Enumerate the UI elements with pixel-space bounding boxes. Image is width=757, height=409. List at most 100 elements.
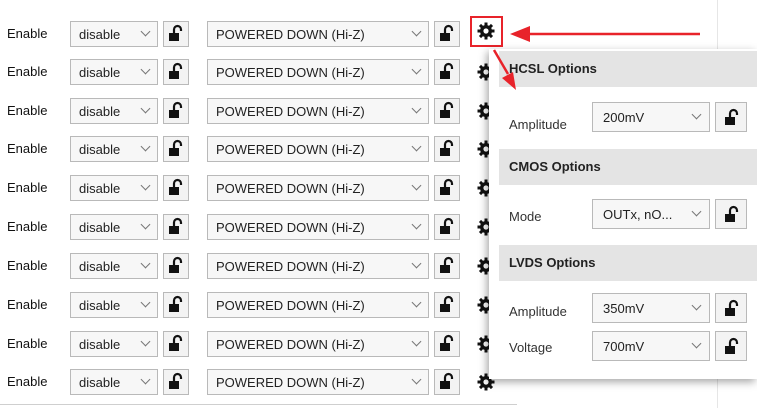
unlocked-padlock-icon (169, 139, 183, 156)
format-select[interactable]: disable (70, 136, 158, 162)
cmos-mode-lock-button[interactable] (715, 199, 747, 229)
format-select-value: disable (79, 298, 121, 313)
output-mode-lock-button[interactable] (434, 214, 460, 240)
format-select[interactable]: disable (70, 369, 158, 395)
format-select[interactable]: disable (70, 292, 158, 318)
output-mode-select[interactable]: POWERED DOWN (Hi-Z) (207, 136, 429, 162)
output-mode-value: POWERED DOWN (Hi-Z) (216, 181, 365, 196)
chevron-down-icon (691, 338, 702, 349)
hcsl-section-header: HCSL Options (499, 51, 757, 87)
format-select-value: disable (79, 337, 121, 352)
hcsl-amplitude-lock-button[interactable] (715, 102, 747, 132)
format-select-value: disable (79, 375, 121, 390)
output-mode-value: POWERED DOWN (Hi-Z) (216, 259, 365, 274)
lvds-amplitude-select[interactable]: 350mV (592, 293, 710, 323)
chevron-down-icon (140, 219, 151, 230)
format-lock-button[interactable] (163, 253, 189, 279)
output-mode-value: POWERED DOWN (Hi-Z) (216, 298, 365, 313)
gear-icon[interactable] (476, 21, 496, 41)
format-select-value: disable (79, 65, 121, 80)
format-lock-button[interactable] (163, 21, 189, 47)
format-lock-button[interactable] (163, 136, 189, 162)
hcsl-amplitude-select[interactable]: 200mV (592, 102, 710, 132)
chevron-down-icon (411, 297, 422, 308)
next-row-edge (0, 404, 517, 409)
format-select[interactable]: disable (70, 331, 158, 357)
format-select-value: disable (79, 27, 121, 42)
format-select[interactable]: disable (70, 214, 158, 240)
format-select[interactable]: disable (70, 98, 158, 124)
format-select[interactable]: disable (70, 253, 158, 279)
output-mode-select[interactable]: POWERED DOWN (Hi-Z) (207, 292, 429, 318)
enable-label: Enable (7, 180, 48, 195)
lvds-amplitude-lock-button[interactable] (715, 293, 747, 323)
hcsl-amplitude-value: 200mV (603, 110, 645, 125)
unlocked-padlock-icon (725, 108, 739, 125)
cmos-mode-value: OUTx, nO... (603, 207, 673, 222)
enable-label: Enable (7, 258, 48, 273)
unlocked-padlock-icon (440, 256, 454, 273)
output-mode-select[interactable]: POWERED DOWN (Hi-Z) (207, 253, 429, 279)
chevron-down-icon (411, 180, 422, 191)
chevron-down-icon (411, 103, 422, 114)
output-row: Enable disable POWERED DOWN (Hi-Z) (0, 58, 520, 86)
lvds-voltage-lock-button[interactable] (715, 331, 747, 361)
format-select[interactable]: disable (70, 21, 158, 47)
output-mode-select[interactable]: POWERED DOWN (Hi-Z) (207, 59, 429, 85)
output-mode-lock-button[interactable] (434, 292, 460, 318)
format-lock-button[interactable] (163, 59, 189, 85)
enable-label: Enable (7, 297, 48, 312)
unlocked-padlock-icon (169, 295, 183, 312)
format-lock-button[interactable] (163, 369, 189, 395)
output-mode-select[interactable]: POWERED DOWN (Hi-Z) (207, 98, 429, 124)
output-row: Enable disable POWERED DOWN (Hi-Z) (0, 330, 520, 358)
format-lock-button[interactable] (163, 98, 189, 124)
lvds-voltage-label: Voltage (509, 340, 553, 355)
format-select[interactable]: disable (70, 59, 158, 85)
output-row: Enable disable POWERED DOWN (Hi-Z) (0, 252, 520, 280)
output-row: Enable disable POWERED DOWN (Hi-Z) (0, 135, 520, 163)
output-mode-select[interactable]: POWERED DOWN (Hi-Z) (207, 214, 429, 240)
chevron-down-icon (691, 109, 702, 120)
output-mode-select[interactable]: POWERED DOWN (Hi-Z) (207, 331, 429, 357)
chevron-down-icon (411, 64, 422, 75)
unlocked-padlock-icon (169, 24, 183, 41)
unlocked-padlock-icon (440, 295, 454, 312)
output-row: Enable disable POWERED DOWN (Hi-Z) (0, 291, 520, 319)
unlocked-padlock-icon (725, 299, 739, 316)
format-lock-button[interactable] (163, 331, 189, 357)
output-mode-lock-button[interactable] (434, 369, 460, 395)
output-mode-lock-button[interactable] (434, 21, 460, 47)
output-mode-lock-button[interactable] (434, 98, 460, 124)
unlocked-padlock-icon (725, 205, 739, 222)
chevron-down-icon (140, 374, 151, 385)
unlocked-padlock-icon (440, 178, 454, 195)
unlocked-padlock-icon (440, 139, 454, 156)
unlocked-padlock-icon (440, 372, 454, 389)
format-lock-button[interactable] (163, 214, 189, 240)
output-row: Enable disable POWERED DOWN (Hi-Z) (0, 97, 520, 125)
enable-label: Enable (7, 336, 48, 351)
cmos-mode-select[interactable]: OUTx, nO... (592, 199, 710, 229)
output-mode-select[interactable]: POWERED DOWN (Hi-Z) (207, 21, 429, 47)
output-mode-lock-button[interactable] (434, 175, 460, 201)
unlocked-padlock-icon (440, 62, 454, 79)
output-mode-lock-button[interactable] (434, 136, 460, 162)
lvds-voltage-select[interactable]: 700mV (592, 331, 710, 361)
format-lock-button[interactable] (163, 292, 189, 318)
output-mode-select[interactable]: POWERED DOWN (Hi-Z) (207, 175, 429, 201)
output-mode-value: POWERED DOWN (Hi-Z) (216, 375, 365, 390)
format-lock-button[interactable] (163, 175, 189, 201)
output-mode-lock-button[interactable] (434, 59, 460, 85)
output-mode-lock-button[interactable] (434, 331, 460, 357)
output-mode-select[interactable]: POWERED DOWN (Hi-Z) (207, 369, 429, 395)
chevron-down-icon (411, 374, 422, 385)
unlocked-padlock-icon (169, 217, 183, 234)
unlocked-padlock-icon (169, 62, 183, 79)
output-row: Enable disable POWERED DOWN (Hi-Z) (0, 20, 520, 48)
chevron-down-icon (140, 141, 151, 152)
enable-label: Enable (7, 141, 48, 156)
format-select-value: disable (79, 104, 121, 119)
format-select[interactable]: disable (70, 175, 158, 201)
output-mode-lock-button[interactable] (434, 253, 460, 279)
